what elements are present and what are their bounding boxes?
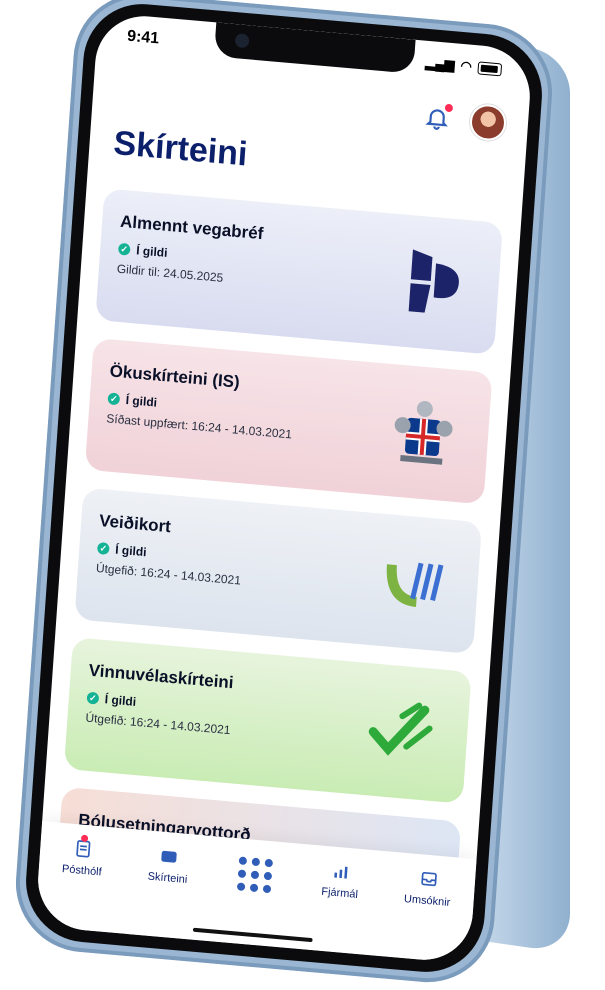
wallet-icon xyxy=(161,850,177,863)
phone: 9:41 ▂▄▆ ◠ Skírteini Almennt vegabréf ✓ … xyxy=(11,0,557,988)
wifi-icon: ◠ xyxy=(460,57,473,74)
tab-label: Pósthólf xyxy=(61,863,103,879)
tab-label: Fjármál xyxy=(320,885,359,901)
signal-icon: ▂▄▆ xyxy=(424,54,456,73)
avatar[interactable] xyxy=(468,102,508,142)
tab-postholf[interactable]: Pósthólf xyxy=(61,834,104,879)
page-title: Skírteini xyxy=(112,123,249,174)
card-vinnuvelaskirteini[interactable]: Vinnuvélaskírteini ✓ Í gildi Útgefið: 16… xyxy=(63,637,472,804)
license-list: Almennt vegabréf ✓ Í gildi Gildir til: 2… xyxy=(57,188,504,892)
tray-icon xyxy=(420,871,437,887)
card-status: Í gildi xyxy=(135,243,168,260)
top-actions xyxy=(423,99,508,142)
card-status: Í gildi xyxy=(125,392,158,410)
check-icon: ✓ xyxy=(117,242,131,256)
passport-authority-logo-icon xyxy=(408,249,459,313)
status-icons: ▂▄▆ ◠ xyxy=(424,54,503,78)
card-status: Í gildi xyxy=(114,542,148,560)
coat-of-arms-icon xyxy=(394,400,453,465)
notification-bell-icon[interactable] xyxy=(423,103,454,132)
work-safety-logo-icon xyxy=(368,702,433,756)
notification-dot xyxy=(444,103,454,113)
card-status: Í gildi xyxy=(104,692,137,709)
check-icon: ✓ xyxy=(96,541,110,555)
tab-skirteini[interactable]: Skírteini xyxy=(147,845,189,886)
tab-label: Umsóknir xyxy=(403,892,451,909)
battery-icon xyxy=(477,60,503,76)
tab-home[interactable] xyxy=(233,852,278,898)
check-icon: ✓ xyxy=(107,392,121,406)
card-okuskirteini[interactable]: Ökuskírteini (IS) ✓ Í gildi Síðast uppfæ… xyxy=(84,337,493,505)
tab-fjarmal[interactable]: Fjármál xyxy=(321,860,360,901)
phone-screen: 9:41 ▂▄▆ ◠ Skírteini Almennt vegabréf ✓ … xyxy=(34,12,534,964)
card-almennt-vegabref[interactable]: Almennt vegabréf ✓ Í gildi Gildir til: 2… xyxy=(95,188,504,355)
home-grid-icon xyxy=(233,852,278,898)
bar-chart-icon xyxy=(334,866,348,879)
tab-umsoknir[interactable]: Umsóknir xyxy=(404,867,453,909)
check-icon: ✓ xyxy=(86,691,100,705)
status-time: 9:41 xyxy=(126,27,160,48)
card-veidikort[interactable]: Veiðikort ✓ Í gildi Útgefið: 16:24 - 14.… xyxy=(74,487,483,655)
tab-label: Skírteini xyxy=(147,870,188,886)
environment-agency-logo-icon xyxy=(386,562,444,607)
